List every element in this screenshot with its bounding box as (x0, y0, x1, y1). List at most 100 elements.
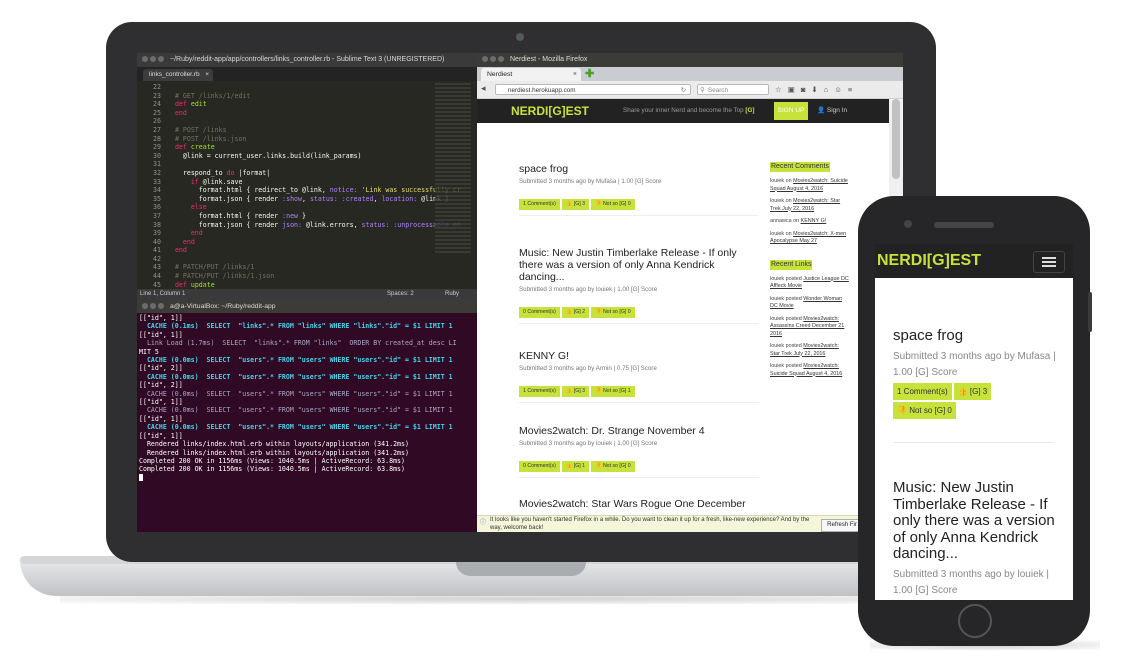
window-controls[interactable] (142, 53, 166, 67)
mobile-downvote-button[interactable]: 👎 Not so [G] 0 (893, 401, 956, 419)
refresh-firefox-button[interactable]: Refresh Fir (821, 519, 863, 532)
mobile-comments-button[interactable]: 1 Comment(s) (893, 382, 952, 400)
downvote-button[interactable]: 👎 Not so [G] 0 (591, 461, 635, 472)
recent-comment-item: louiek on Movies2watch: X-men Apocalypse… (770, 231, 850, 246)
firefox-window-title: Nerdiest - Mozilla Firefox (510, 56, 588, 63)
tagline-text: Share your inner Nerd and become the Top (623, 107, 744, 114)
downvote-label: Not so [G] 1 (602, 388, 631, 394)
toolbar-icons[interactable]: ☆▣◙⬇⌂☺≡ (775, 84, 901, 95)
sublime-editor[interactable]: 22 23 24 25 26 27 28 29 30 31 32 33 34 3… (137, 81, 477, 289)
downvote-button[interactable]: 👎 Not so [G] 0 (591, 199, 635, 210)
window-controls[interactable] (142, 300, 166, 313)
upvote-button[interactable]: 👍 [G] 3 (561, 386, 590, 397)
comments-button[interactable]: 0 Comment(s) (519, 461, 560, 472)
indentation-setting[interactable]: Spaces: 2 (387, 289, 414, 300)
post-title[interactable]: Music: New Justin Timberlake Release - I… (519, 247, 759, 283)
sublime-statusbar: Line 1, Column 1 Spaces: 2 Ruby (137, 289, 477, 300)
comment-user: louiek (770, 198, 785, 204)
upvote-label: [G] 3 (573, 388, 586, 394)
code-content[interactable]: # GET /links/1/edit def edit end # POST … (167, 83, 465, 289)
site-logo[interactable]: NERDI[G]EST (511, 103, 589, 119)
downvote-button[interactable]: 👎 Not so [G] 0 (591, 307, 635, 318)
menu-icon[interactable]: ≡ (848, 85, 858, 94)
sublime-tab-links-controller[interactable]: links_controller.rb × (143, 69, 213, 81)
phone-home-button[interactable] (958, 604, 992, 638)
firefox-navbar: ◂ nerdiest.herokuapp.com ↻ ⚲ Search ☆▣◙⬇⌂☺… (477, 81, 903, 99)
post-title[interactable]: space frog (519, 163, 759, 175)
url-bar[interactable]: nerdiest.herokuapp.com ↻ (495, 84, 691, 95)
reload-icon[interactable]: ↻ (681, 85, 686, 96)
upvote-button[interactable]: 👍 [G] 1 (561, 461, 590, 472)
laptop-screen: ~/Ruby/reddit-app/app/controllers/links_… (137, 53, 903, 532)
recent-comment-item: louiek on Movies2watch: Star Trek July 2… (770, 198, 850, 213)
downvote-label: Not so [G] 0 (602, 201, 631, 207)
comments-button[interactable]: 1 Comment(s) (519, 199, 560, 210)
recent-link-item: louiek posted Wonder Woman DC Movie (770, 296, 850, 311)
post-title[interactable]: Movies2watch: Dr. Strange November 4 (519, 425, 759, 437)
signin-label: Sign In (826, 107, 848, 114)
mobile-post-divider (893, 442, 1053, 443)
recent-link-item: louiek posted Justice League DC Affleck … (770, 276, 850, 291)
post-meta: Submitted 3 months ago by Armin | 0.75 [… (519, 365, 657, 372)
upvote-button[interactable]: 👍 [G] 2 (561, 307, 590, 318)
line-numbers: 22 23 24 25 26 27 28 29 30 31 32 33 34 3… (153, 83, 161, 289)
terminal-log: [["id", 1]] CACHE (0.1ms) SELECT "links"… (139, 314, 475, 482)
pocket-icon[interactable]: ◙ (801, 85, 812, 94)
close-icon[interactable]: × (573, 68, 577, 81)
sublime-window-title: ~/Ruby/reddit-app/app/controllers/links_… (170, 56, 445, 63)
mobile-site-logo[interactable]: NERDI[G]EST (877, 251, 981, 271)
terminal-output[interactable]: [["id", 1]] CACHE (0.1ms) SELECT "links"… (137, 313, 477, 532)
mobile-upvote-label: [G] 3 (969, 386, 988, 396)
post-item: KENNY G! Submitted 3 months ago by Armin… (519, 350, 759, 403)
recent-link-item: louiek posted Movies2watch: Star Trek Ju… (770, 343, 850, 358)
sidebar: Recent Comments louiek on Movies2watch: … (770, 155, 850, 378)
comment-user: louiek (770, 178, 785, 184)
new-tab-icon[interactable]: ✚ (585, 67, 594, 81)
post-item: Movies2watch: Star Wars Rogue One Decemb… (519, 498, 759, 510)
close-icon[interactable]: × (205, 69, 209, 81)
hamburger-menu-icon[interactable] (1033, 251, 1065, 273)
mobile-post-title[interactable]: space frog (893, 327, 1068, 345)
comments-button[interactable]: 0 Comment(s) (519, 307, 560, 318)
download-icon[interactable]: ⬇ (811, 85, 823, 94)
link-connector: posted (785, 275, 802, 282)
syntax-setting[interactable]: Ruby (445, 289, 459, 300)
url-text: nerdiest.herokuapp.com (508, 87, 576, 94)
comments-button[interactable]: 1 Comment(s) (519, 386, 560, 397)
recent-comment-item: annawca on KENNY G! (770, 218, 850, 226)
phone-side-button (1088, 292, 1092, 332)
mobile-upvote-button[interactable]: 👍 [G] 3 (953, 382, 992, 400)
recent-links-heading: Recent Links (770, 259, 813, 270)
minimap[interactable] (435, 83, 471, 253)
home-icon[interactable]: ⌂ (824, 85, 835, 94)
downvote-button[interactable]: 👎 Not so [G] 1 (591, 386, 635, 397)
clipboard-icon[interactable]: ▣ (788, 85, 801, 94)
comment-connector: on (785, 178, 792, 184)
post-item: space frog Submitted 3 months ago by Muf… (519, 163, 759, 216)
smiley-icon[interactable]: ☺ (834, 85, 848, 94)
signup-button[interactable]: SIGN UP (774, 102, 808, 120)
scrollbar-thumb[interactable] (892, 99, 900, 179)
post-divider (519, 402, 759, 403)
link-user: louiek (770, 315, 785, 322)
phone-screen: NERDI[G]EST space frog Submitted 3 month… (875, 244, 1073, 600)
laptop-notch (456, 562, 586, 576)
upvote-button[interactable]: 👍 [G] 3 (561, 199, 590, 210)
post-title[interactable]: Movies2watch: Star Wars Rogue One Decemb… (519, 498, 759, 510)
upvote-label: [G] 1 (573, 463, 586, 469)
comment-link[interactable]: KENNY G! (801, 218, 827, 224)
link-connector: posted (785, 315, 802, 322)
search-placeholder: Search (708, 87, 728, 94)
info-icon: ⓘ (480, 520, 487, 526)
signin-link[interactable]: 👤 Sign In (817, 104, 847, 118)
search-input[interactable]: ⚲ Search (697, 84, 769, 95)
post-title[interactable]: KENNY G! (519, 350, 759, 362)
mobile-post-meta: Submitted 3 months ago by louiek | 1.00 … (893, 568, 1050, 596)
recent-link-item: louiek posted Movies2watch: Suicide Squa… (770, 363, 850, 378)
mobile-post-title[interactable]: Music: New Justin Timberlake Release - I… (893, 479, 1068, 563)
window-controls[interactable] (482, 53, 506, 67)
back-arrow-icon[interactable]: ◂ (481, 83, 486, 94)
recent-link-item: louiek posted Movies2watch: Assassins Cr… (770, 316, 850, 339)
firefox-tab-nerdiest[interactable]: Nerdiest × (481, 68, 581, 81)
bookmark-star-icon[interactable]: ☆ (775, 85, 788, 94)
